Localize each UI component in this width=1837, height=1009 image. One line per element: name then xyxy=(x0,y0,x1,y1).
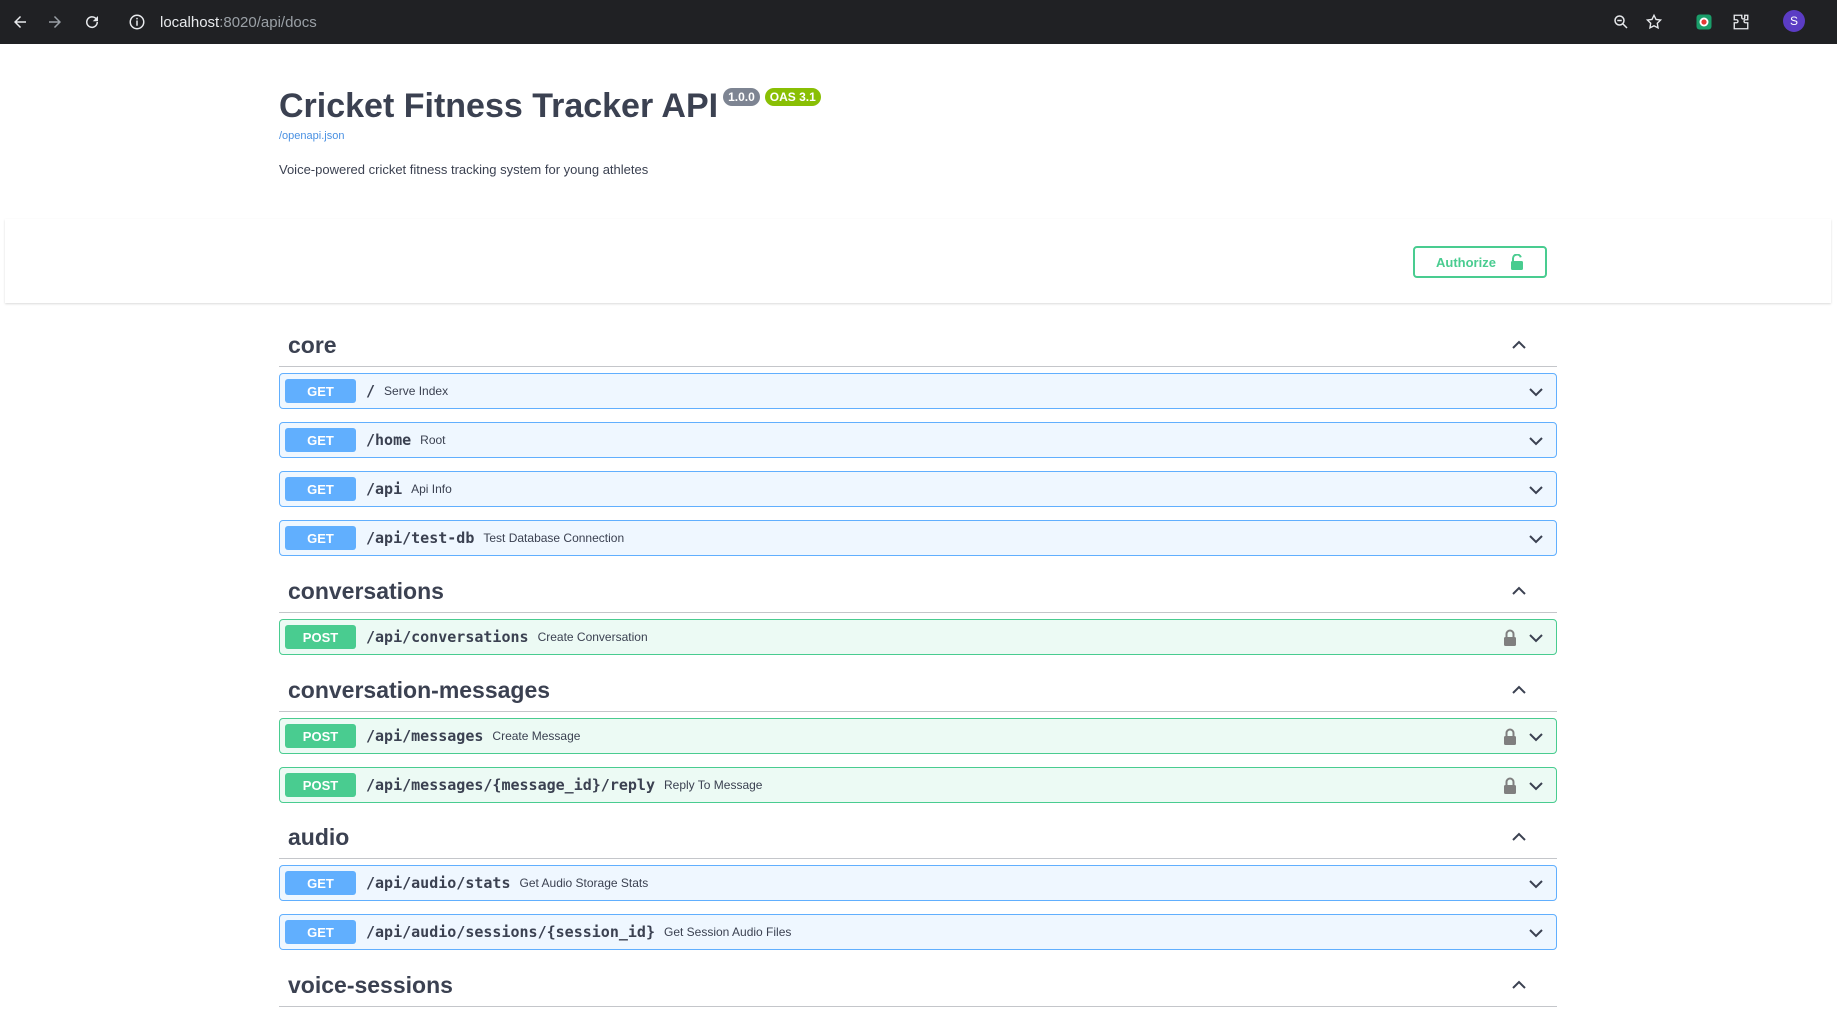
tag-section-conversation-messages: conversation-messages POST/api/messages Cr… xyxy=(279,669,1557,803)
operation-post[interactable]: POST/api/messages/{message_id}/reply Repl… xyxy=(279,767,1557,803)
tag-section-audio: audio GET/api/audio/stats Get Audio Storag… xyxy=(279,816,1557,950)
tag-section-voice-sessions: voice-sessions xyxy=(279,964,1557,1009)
method-badge: POST xyxy=(285,724,356,748)
unlock-icon xyxy=(1510,254,1523,270)
chevron-up-icon[interactable] xyxy=(1509,680,1529,700)
operation-path: /api/audio/stats xyxy=(366,874,511,892)
chevron-up-icon[interactable] xyxy=(1509,827,1529,847)
chevron-down-icon[interactable] xyxy=(1526,431,1546,451)
authorize-label: Authorize xyxy=(1436,254,1496,270)
operation-path: /api/messages xyxy=(366,727,484,745)
tag-section-conversations: conversations POST/api/conversations Creat… xyxy=(279,570,1557,655)
operation-summary: Root xyxy=(420,433,446,447)
back-icon[interactable] xyxy=(8,10,32,34)
chevron-up-icon[interactable] xyxy=(1509,975,1529,995)
method-badge: GET xyxy=(285,920,356,944)
operation-summary: Test Database Connection xyxy=(483,531,625,545)
operation-path: /home xyxy=(366,431,412,449)
url-path: :8020/api/docs xyxy=(219,13,317,31)
operation-summary: Serve Index xyxy=(384,384,449,398)
chevron-down-icon[interactable] xyxy=(1526,874,1546,894)
operation-path: /api/audio/sessions/{session_id} xyxy=(366,923,655,941)
operation-get[interactable]: GET/api/test-db Test Database Connection xyxy=(279,520,1557,556)
method-badge: GET xyxy=(285,871,356,895)
scheme-container xyxy=(5,219,1831,303)
tag-name: conversation-messages xyxy=(288,676,551,703)
oas-badge: OAS 3.1 xyxy=(764,88,821,106)
operation-get[interactable]: GET / Serve Index xyxy=(279,373,1557,409)
operation-path: /api/messages/{message_id}/reply xyxy=(366,776,655,794)
operation-post[interactable]: POST/api/conversations Create Conversatio… xyxy=(279,619,1557,655)
operation-summary: Api Info xyxy=(411,482,452,496)
tag-section-core: core GET / Serve Index GET/home Root GET/api Ap… xyxy=(279,324,1557,556)
chevron-down-icon[interactable] xyxy=(1526,776,1546,796)
operation-get[interactable]: GET/api Api Info xyxy=(279,471,1557,507)
forward-icon[interactable] xyxy=(43,10,67,34)
browser-toolbar: localhost:8020/api/docs S xyxy=(0,0,1837,44)
api-title: Cricket Fitness Tracker API xyxy=(279,87,719,125)
tag-header[interactable]: conversation-messages xyxy=(279,669,1557,712)
lock-icon[interactable] xyxy=(1503,777,1517,794)
operation-path: /api/test-db xyxy=(366,529,475,547)
profile-avatar[interactable]: S xyxy=(1783,10,1805,32)
operation-summary: Reply To Message xyxy=(663,778,763,792)
method-badge: GET xyxy=(285,428,356,452)
api-info: Cricket Fitness Tracker API 1.0.0 OAS 3.… xyxy=(279,84,821,177)
method-badge: GET xyxy=(285,526,356,550)
address-bar[interactable]: localhost:8020/api/docs xyxy=(118,4,1598,40)
lock-icon[interactable] xyxy=(1503,629,1517,646)
chevron-up-icon[interactable] xyxy=(1509,335,1529,355)
tag-header[interactable]: voice-sessions xyxy=(279,964,1557,1007)
chevron-up-icon[interactable] xyxy=(1509,581,1529,601)
operation-get[interactable]: GET/api/audio/sessions/{session_id} Get S… xyxy=(279,914,1557,950)
operation-summary: Get Session Audio Files xyxy=(663,925,792,939)
method-badge: POST xyxy=(285,773,356,797)
operation-summary: Create Conversation xyxy=(537,630,648,644)
operation-summary: Get Audio Storage Stats xyxy=(519,876,649,890)
chevron-down-icon[interactable] xyxy=(1526,923,1546,943)
tag-header[interactable]: audio xyxy=(279,816,1557,859)
operation-get[interactable]: GET/home Root xyxy=(279,422,1557,458)
operation-get[interactable]: GET/api/audio/stats Get Audio Storage Sta… xyxy=(279,865,1557,901)
tag-name: voice-sessions xyxy=(288,971,453,998)
operation-path: /api xyxy=(366,480,403,498)
chevron-down-icon[interactable] xyxy=(1526,382,1546,402)
chevron-down-icon[interactable] xyxy=(1526,529,1546,549)
openapi-json-link[interactable]: /openapi.json xyxy=(279,130,821,142)
extension-recorder-icon[interactable] xyxy=(1692,10,1716,34)
version-badge: 1.0.0 xyxy=(723,88,760,106)
operation-path: /api/conversations xyxy=(366,628,529,646)
operation-path: / xyxy=(366,382,376,400)
chevron-down-icon[interactable] xyxy=(1526,628,1546,648)
tag-name: audio xyxy=(288,823,350,850)
site-info-icon[interactable] xyxy=(128,13,146,31)
method-badge: POST xyxy=(285,625,356,649)
tag-name: conversations xyxy=(288,577,444,604)
authorize-button[interactable]: Authorize xyxy=(1413,246,1547,278)
zoom-icon[interactable] xyxy=(1609,10,1633,34)
extensions-puzzle-icon[interactable] xyxy=(1729,10,1753,34)
chevron-down-icon[interactable] xyxy=(1526,480,1546,500)
reload-icon[interactable] xyxy=(80,10,104,34)
url-host: localhost xyxy=(160,13,220,31)
operation-post[interactable]: POST/api/messages Create Message xyxy=(279,718,1557,754)
method-badge: GET xyxy=(285,477,356,501)
api-description: Voice-powered cricket fitness tracking s… xyxy=(279,162,649,177)
method-badge: GET xyxy=(285,379,356,403)
chevron-down-icon[interactable] xyxy=(1526,727,1546,747)
tag-header[interactable]: conversations xyxy=(279,570,1557,613)
lock-icon[interactable] xyxy=(1503,728,1517,745)
bookmark-star-icon[interactable] xyxy=(1642,10,1666,34)
operation-summary: Create Message xyxy=(492,729,581,743)
tag-header[interactable]: core xyxy=(279,324,1557,367)
tag-name: core xyxy=(288,331,337,358)
